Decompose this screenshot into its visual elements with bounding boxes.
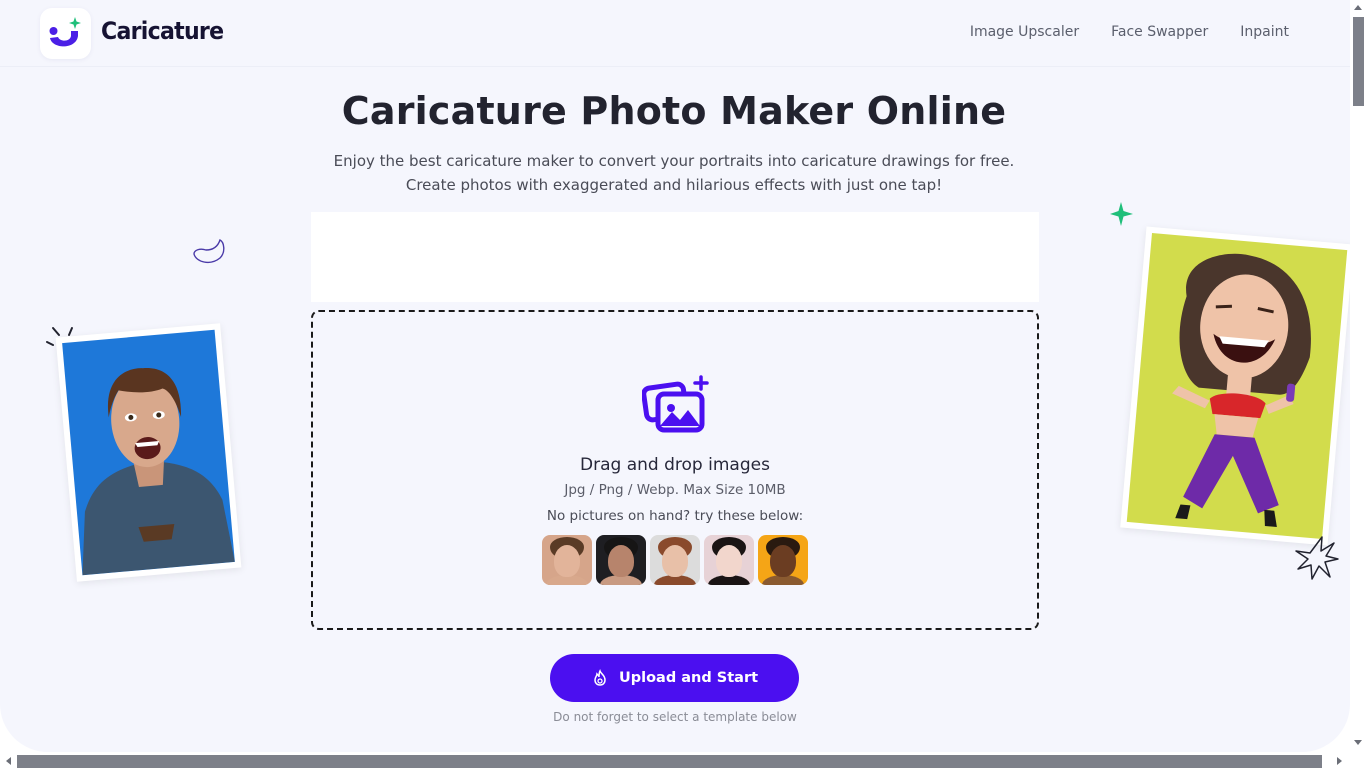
image-dropzone[interactable]: Drag and drop images Jpg / Png / Webp. M…: [311, 310, 1039, 630]
page-title: Caricature Photo Maker Online: [341, 89, 1007, 133]
sample-woman-redhead[interactable]: [650, 535, 700, 585]
site-header: Caricature Image Upscaler Face Swapper I…: [0, 0, 1350, 67]
woman-caricature-illustration: [1172, 253, 1311, 528]
dropzone-title: Drag and drop images: [580, 455, 770, 475]
sample-man-light[interactable]: [542, 535, 592, 585]
sample-images: [542, 535, 808, 585]
scroll-left-arrow-icon[interactable]: [6, 757, 11, 765]
dropzone-try-text: No pictures on hand? try these below:: [546, 508, 804, 524]
upload-and-start-button[interactable]: Upload and Start: [550, 654, 799, 702]
upload-button-label: Upload and Start: [618, 670, 759, 686]
nav-inpaint[interactable]: Inpaint: [1240, 24, 1289, 40]
sample-face: [608, 545, 634, 577]
logo-link[interactable]: [40, 8, 91, 59]
example-caricature-woman: [1120, 226, 1350, 546]
sample-woman-curly[interactable]: [758, 535, 808, 585]
sample-face: [554, 545, 580, 577]
subtitle-line-2: Create photos with exaggerated and hilar…: [405, 176, 943, 194]
dropzone-formats: Jpg / Png / Webp. Max Size 10MB: [564, 482, 786, 498]
scroll-up-arrow-icon[interactable]: [1354, 5, 1362, 10]
nav-face-swapper[interactable]: Face Swapper: [1111, 24, 1208, 40]
ad-banner-placeholder: [311, 212, 1039, 302]
page-subtitle: Enjoy the best caricature maker to conve…: [0, 149, 1348, 197]
scroll-down-arrow-icon[interactable]: [1354, 740, 1362, 745]
nav-image-upscaler[interactable]: Image Upscaler: [970, 24, 1079, 40]
template-reminder: Do not forget to select a template below: [553, 710, 797, 724]
main-nav: Image Upscaler Face Swapper Inpaint: [970, 24, 1289, 40]
example-photo-man: [55, 323, 242, 582]
horizontal-scrollbar[interactable]: [0, 752, 1366, 768]
vertical-scrollbar[interactable]: [1350, 0, 1366, 752]
horizontal-scroll-thumb[interactable]: [17, 755, 1322, 768]
sample-man-dark[interactable]: [596, 535, 646, 585]
man-portrait-illustration: [82, 368, 235, 576]
sample-face: [716, 545, 742, 577]
add-images-icon: [642, 375, 709, 433]
green-sparkle-icon: [1110, 202, 1133, 226]
page: Caricature Image Upscaler Face Swapper I…: [0, 0, 1350, 752]
brand-name: Caricature: [101, 17, 224, 45]
flame-icon: [594, 669, 606, 686]
sample-face: [770, 545, 796, 577]
scroll-right-arrow-icon[interactable]: [1337, 757, 1342, 765]
subtitle-line-1: Enjoy the best caricature maker to conve…: [333, 152, 1015, 170]
sample-face: [662, 545, 688, 577]
star-burst-doodle-icon: [1295, 536, 1339, 580]
curl-doodle-icon: [193, 239, 225, 264]
smile-sparkle-logo-icon: [49, 17, 81, 47]
vertical-scroll-thumb[interactable]: [1353, 17, 1364, 106]
sample-woman-asian[interactable]: [704, 535, 754, 585]
